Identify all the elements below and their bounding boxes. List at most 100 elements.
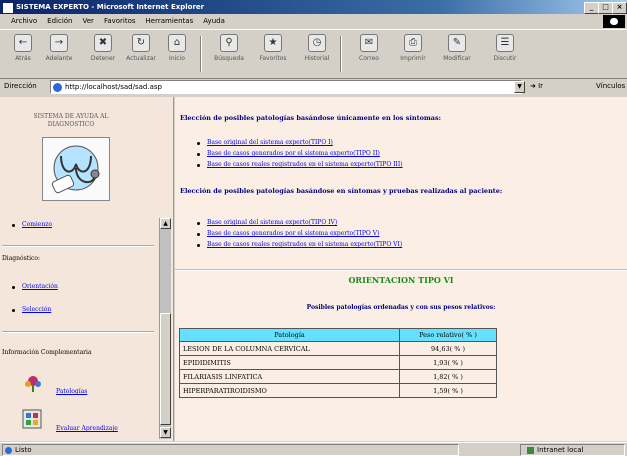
maximize-button[interactable]: □ xyxy=(598,2,613,14)
bullet xyxy=(197,244,200,247)
pathology-name: FILARIASIS LINFATICA xyxy=(179,369,400,384)
stethoscope-logo-image xyxy=(42,137,110,201)
bullet xyxy=(197,142,200,145)
table-row: EPIDIDIMITIS 1,93( % ) xyxy=(179,355,497,370)
table-row: FILARIASIS LINFATICA 1,82( % ) xyxy=(179,369,497,384)
mail-button[interactable]: ✉ Correo xyxy=(348,34,390,62)
nav-link-orientacion[interactable]: Orientación xyxy=(22,283,58,290)
content-frame: Elección de posibles patologías basándos… xyxy=(175,97,627,441)
section-informacion-complementaria: Información Complementaria xyxy=(2,349,92,356)
ie-page-icon xyxy=(53,82,62,92)
bullet xyxy=(197,222,200,225)
window-title: SISTEMA EXPERTO - Microsoft Internet Exp… xyxy=(16,3,205,11)
relative-weight: 1,59( % ) xyxy=(399,383,497,398)
links-button[interactable]: Vínculos xyxy=(596,82,625,90)
home-icon: ⌂ xyxy=(168,34,186,52)
toolbar-separator xyxy=(340,36,342,72)
link-tipo-iii[interactable]: Base de casos reales registrados en el s… xyxy=(207,161,403,168)
address-url: http://localhost/sad/sad.asp xyxy=(65,83,162,91)
menu-herramientas[interactable]: Herramientas xyxy=(141,15,199,28)
bullet xyxy=(12,309,15,312)
column-header-peso-relativo: Peso relativo( % ) xyxy=(399,328,497,342)
status-text: Listo xyxy=(15,446,32,454)
divider xyxy=(175,269,627,271)
page-done-icon xyxy=(5,446,12,454)
close-button[interactable]: × xyxy=(612,2,627,14)
relative-weight: 1,93( % ) xyxy=(399,355,497,370)
bullet xyxy=(197,233,200,236)
forward-button[interactable]: → Adelante xyxy=(38,34,80,62)
title-bar: SISTEMA EXPERTO - Microsoft Internet Exp… xyxy=(0,0,627,14)
search-button[interactable]: ⚲ Búsqueda xyxy=(208,34,250,62)
results-subtitle: Posibles patologías ordenadas y con sus … xyxy=(306,304,496,311)
bullet xyxy=(12,286,15,289)
nav-link-comienzo[interactable]: Comienzo xyxy=(22,221,52,228)
heading-symptoms-and-tests: Elección de posibles patologías basándos… xyxy=(180,187,503,195)
menu-edicion[interactable]: Edición xyxy=(42,15,77,28)
nav-link-patologias[interactable]: Patologías xyxy=(56,388,87,395)
link-tipo-iv[interactable]: Base original del sistema experto(TIPO I… xyxy=(207,219,337,226)
bullet xyxy=(197,164,200,167)
menu-archivo[interactable]: Archivo xyxy=(6,15,42,28)
discuss-icon: ☰ xyxy=(496,34,514,52)
section-diagnostico: Diagnóstico: xyxy=(2,255,41,262)
address-label: Dirección xyxy=(4,82,37,90)
print-icon: ⎙ xyxy=(404,34,422,52)
pathology-name: HIPERPARATIROIDISMO xyxy=(179,383,400,398)
left-frame-scrollbar[interactable]: ▲ ▼ xyxy=(159,218,171,439)
pathology-flower-icon xyxy=(22,373,44,395)
zone-text: Intranet local xyxy=(537,446,584,454)
link-tipo-vi[interactable]: Base de casos reales registrados en el s… xyxy=(207,241,402,248)
pathology-name: EPIDIDIMITIS xyxy=(179,355,400,370)
mail-icon: ✉ xyxy=(360,34,378,52)
address-input[interactable]: http://localhost/sad/sad.asp xyxy=(50,80,522,94)
go-button[interactable]: ➜ Ir xyxy=(530,82,543,90)
nav-link-evaluar-aprendizaje[interactable]: Evaluar Aprendizaje xyxy=(56,425,118,432)
discuss-button[interactable]: ☰ Discutir xyxy=(484,34,526,62)
stop-button[interactable]: ✖ Detener xyxy=(82,34,124,62)
security-zone-panel: Intranet local xyxy=(520,444,625,456)
link-tipo-v[interactable]: Base de casos generados por el sistema e… xyxy=(207,230,379,237)
ie-throbber-logo xyxy=(603,15,625,28)
scroll-up-button[interactable]: ▲ xyxy=(160,218,171,229)
menu-bar: Archivo Edición Ver Favoritos Herramientas Ay… xyxy=(0,15,627,28)
link-tipo-ii[interactable]: Base de casos generados por el sistema e… xyxy=(207,150,380,157)
home-button[interactable]: ⌂ Inicio xyxy=(156,34,198,62)
edit-button[interactable]: ✎ Modificar xyxy=(436,34,478,62)
toolbar-separator xyxy=(200,36,202,72)
table-row: LESION DE LA COLUMNA CERVICAL 94,63( % ) xyxy=(179,341,497,356)
menu-ver[interactable]: Ver xyxy=(78,15,99,28)
bullet xyxy=(12,224,15,227)
favorites-button[interactable]: ★ Favoritos xyxy=(252,34,294,62)
scroll-thumb[interactable] xyxy=(160,313,171,425)
refresh-icon: ↻ xyxy=(132,34,150,52)
column-header-patologia: Patología xyxy=(179,328,400,342)
relative-weight: 94,63( % ) xyxy=(399,341,497,356)
orientation-title: ORIENTACION TIPO VI xyxy=(348,275,454,285)
nav-link-seleccion[interactable]: Selección xyxy=(22,306,51,313)
minimize-button[interactable]: _ xyxy=(584,2,599,14)
edit-icon: ✎ xyxy=(448,34,466,52)
intranet-zone-icon xyxy=(527,446,534,454)
print-button[interactable]: ⎙ Imprimir xyxy=(392,34,434,62)
status-bar: Listo Intranet local xyxy=(0,442,627,456)
history-icon: ◷ xyxy=(308,34,326,52)
left-navigation-frame: SISTEMA DE AYUDA AL DIAGNOSTICO Comienzo… xyxy=(0,97,174,441)
menu-favoritos[interactable]: Favoritos xyxy=(99,15,141,28)
menu-ayuda[interactable]: Ayuda xyxy=(198,15,230,28)
scroll-down-button[interactable]: ▼ xyxy=(160,427,171,438)
history-button[interactable]: ◷ Historial xyxy=(296,34,338,62)
evaluate-test-icon xyxy=(22,409,42,431)
bullet xyxy=(197,153,200,156)
status-text-panel: Listo xyxy=(2,444,459,456)
ie-app-icon xyxy=(2,2,14,14)
address-bar: Dirección http://localhost/sad/sad.asp ▼… xyxy=(0,79,627,95)
system-name: SISTEMA DE AYUDA AL DIAGNOSTICO xyxy=(33,113,109,128)
link-tipo-i[interactable]: Base original del sistema experto(TIPO I… xyxy=(207,139,333,146)
pathology-name: LESION DE LA COLUMNA CERVICAL xyxy=(179,341,400,356)
forward-arrow-icon: → xyxy=(50,34,68,52)
address-dropdown-button[interactable]: ▼ xyxy=(514,81,525,93)
favorites-icon: ★ xyxy=(264,34,282,52)
divider xyxy=(2,245,154,247)
toolbar: ← Atrás → Adelante ✖ Detener ↻ Actualizar ⌂ I… xyxy=(0,29,627,79)
